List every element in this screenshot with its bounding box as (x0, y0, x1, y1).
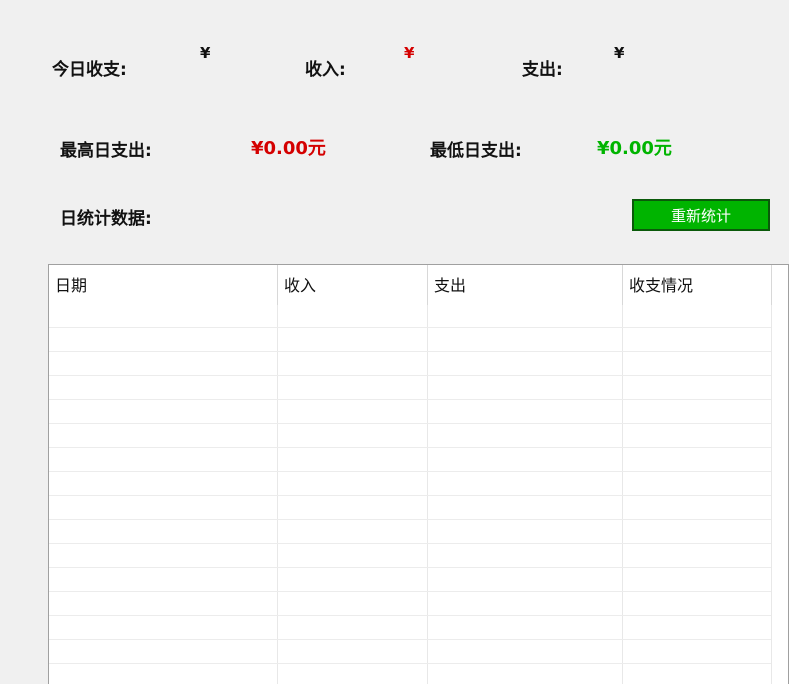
grid-row-line (49, 423, 771, 424)
daily-stats-label: 日统计数据: (60, 209, 152, 229)
grid-row-line (49, 663, 771, 664)
income-label: 收入: (305, 60, 346, 80)
grid-row-line (49, 591, 771, 592)
max-daily-expense-value: ¥0.00元 (251, 138, 326, 159)
today-balance-currency: ¥ (200, 44, 211, 62)
max-daily-expense-label: 最高日支出: (60, 141, 152, 161)
min-daily-expense-label: 最低日支出: (430, 141, 522, 161)
table-header: 日期 收入 支出 收支情况 (49, 265, 788, 305)
grid-row-line (49, 471, 771, 472)
grid-row-line (49, 519, 771, 520)
grid-row-line (49, 543, 771, 544)
column-header-income[interactable]: 收入 (278, 265, 427, 305)
daily-stats-table[interactable]: 日期 收入 支出 收支情况 (48, 264, 789, 684)
grid-row-line (49, 375, 771, 376)
grid-row-line (49, 567, 771, 568)
today-balance-label: 今日收支: (52, 60, 127, 80)
grid-row-line (49, 399, 771, 400)
grid-column-line (771, 305, 772, 684)
column-header-expense[interactable]: 支出 (428, 265, 622, 305)
grid-row-line (49, 351, 771, 352)
column-header-balance-status[interactable]: 收支情况 (623, 265, 771, 305)
grid-row-line (49, 447, 771, 448)
column-header-date[interactable]: 日期 (49, 265, 277, 305)
expense-label: 支出: (522, 60, 563, 80)
min-daily-expense-value: ¥0.00元 (597, 138, 672, 159)
daily-statistics-panel: 今日收支: ¥ 收入: ¥ 支出: ¥ 最高日支出: ¥0.00元 最低日支出:… (0, 0, 789, 684)
expense-currency: ¥ (614, 44, 625, 62)
grid-row-line (49, 327, 771, 328)
recalculate-button[interactable]: 重新统计 (632, 199, 770, 231)
column-divider[interactable] (771, 265, 772, 305)
income-currency: ¥ (404, 44, 415, 62)
grid-row-line (49, 615, 771, 616)
grid-row-line (49, 639, 771, 640)
grid-row-line (49, 495, 771, 496)
